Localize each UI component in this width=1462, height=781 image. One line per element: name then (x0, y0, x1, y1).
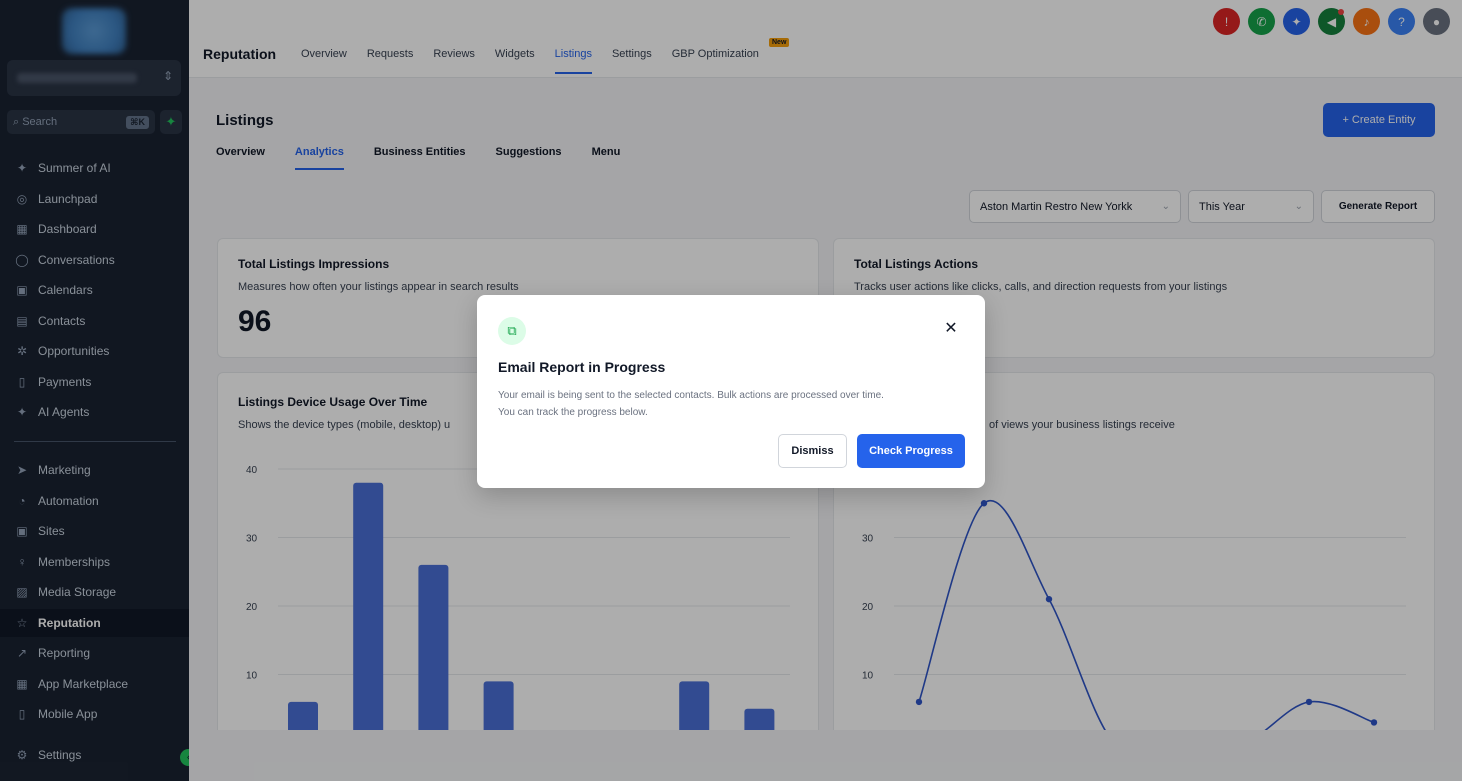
modal-body-line: You can track the progress below. (498, 407, 648, 418)
email-report-modal: ⧉ ✕ Email Report in Progress Your email … (477, 295, 985, 488)
modal-title: Email Report in Progress (498, 359, 666, 375)
check-progress-button[interactable]: Check Progress (857, 434, 965, 468)
copy-stack-icon: ⧉ (498, 317, 526, 345)
close-icon[interactable]: ✕ (943, 320, 959, 337)
modal-body: Your email is being sent to the selected… (498, 387, 968, 421)
dismiss-button[interactable]: Dismiss (778, 434, 847, 468)
modal-body-line: Your email is being sent to the selected… (498, 390, 884, 401)
